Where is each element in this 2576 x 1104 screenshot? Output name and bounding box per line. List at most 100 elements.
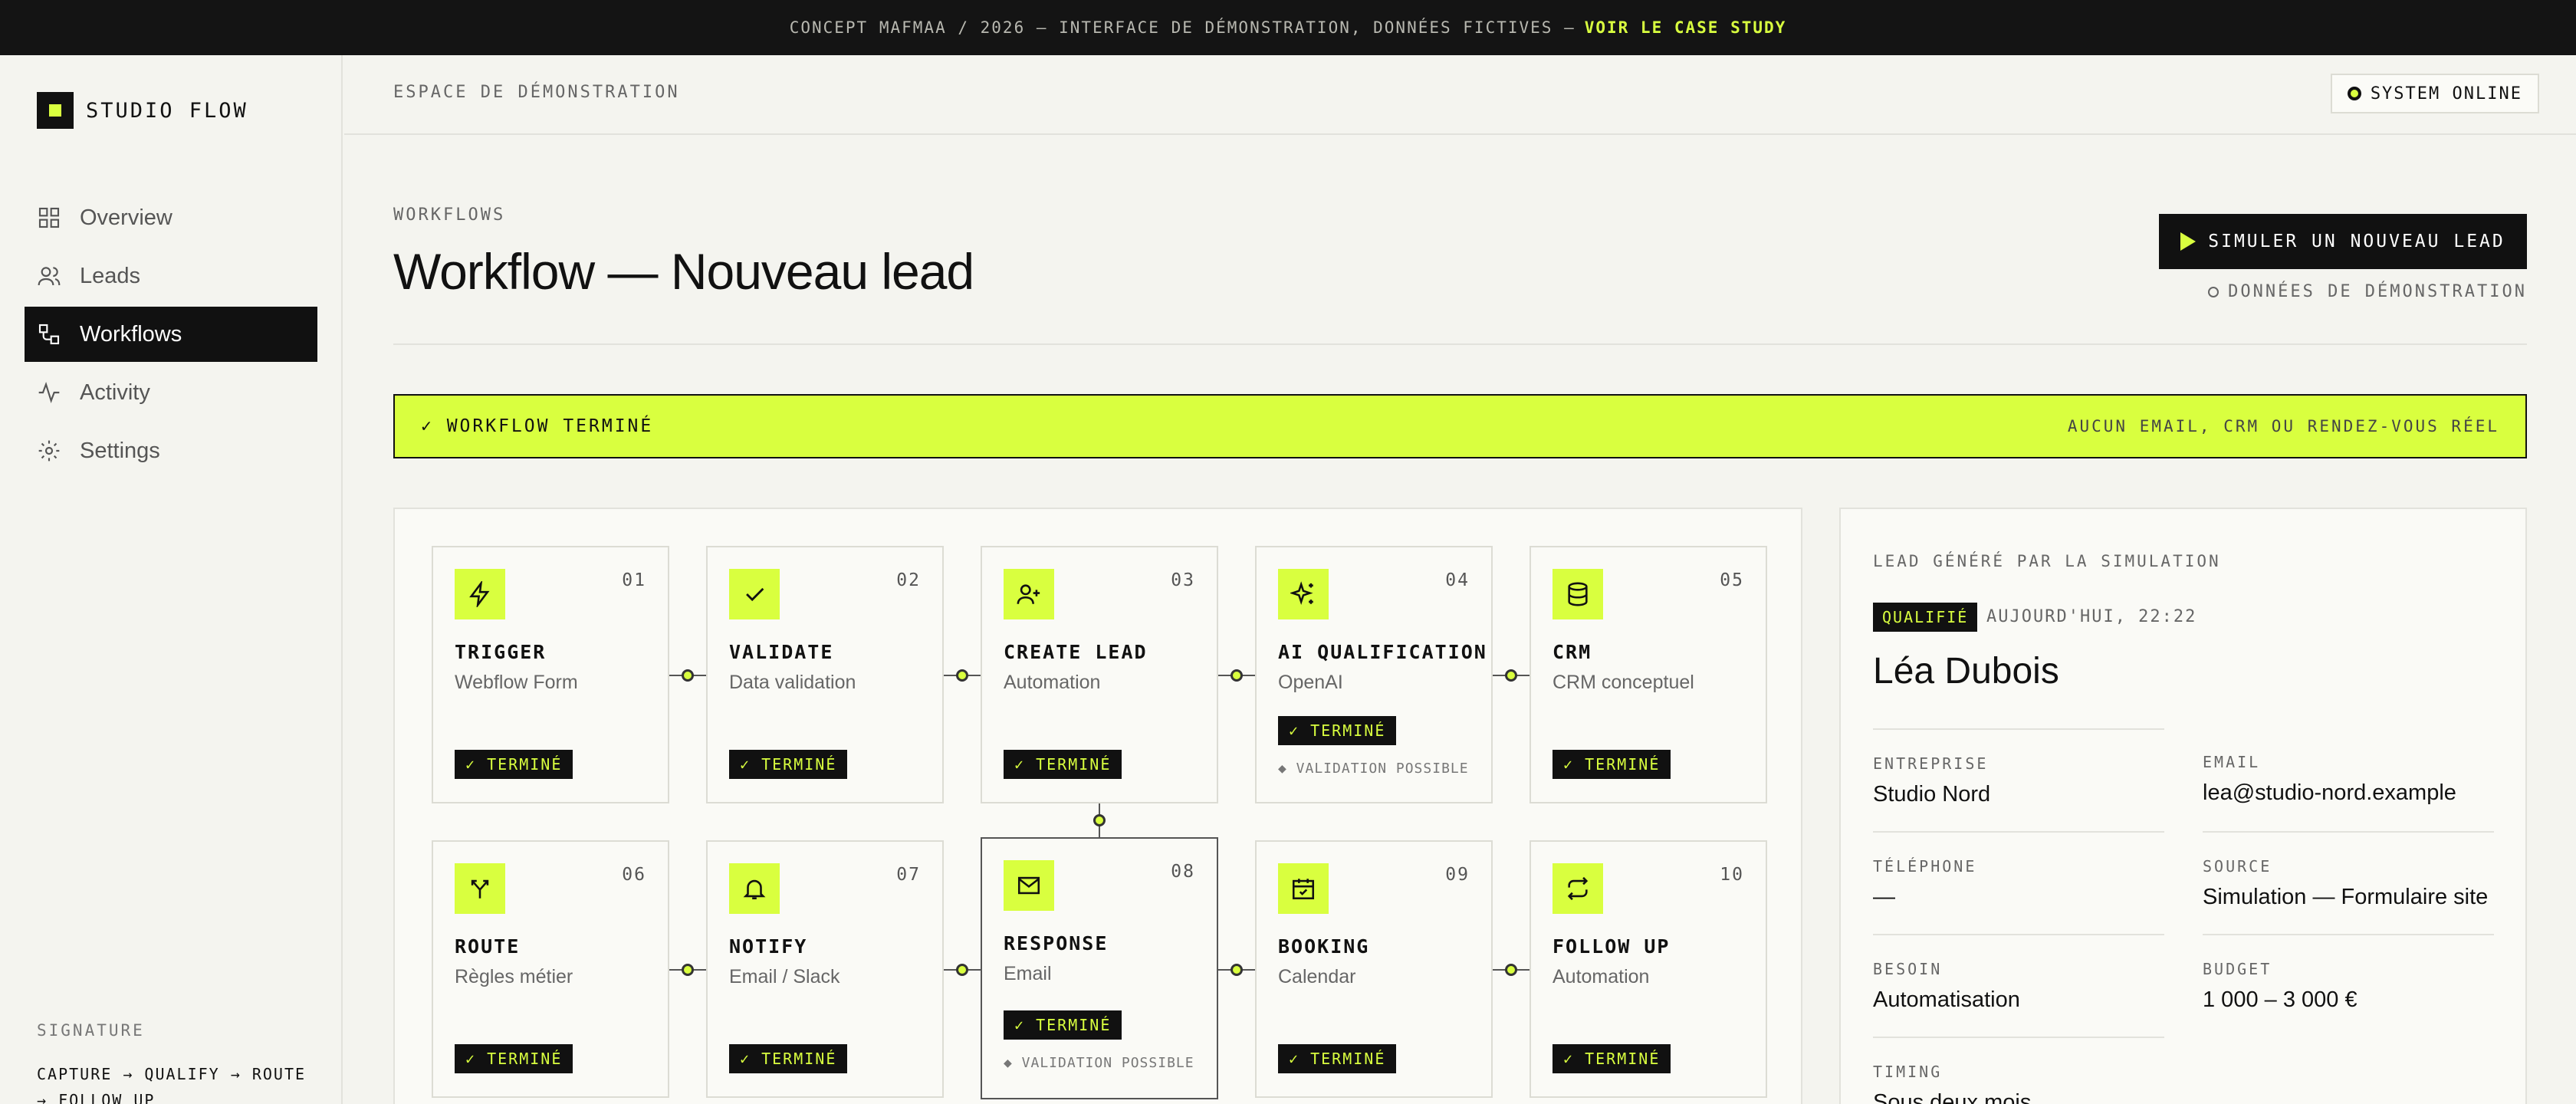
connector-dot — [1230, 964, 1243, 976]
connector-dot — [956, 964, 968, 976]
lead-timestamp: AUJOURD'HUI, 22:22 — [1986, 607, 2197, 626]
node-title: AI QUALIFICATION — [1278, 641, 1487, 663]
status-badge: ✓ TERMINÉ — [455, 750, 573, 779]
workflow-node-ai-qualification[interactable]: 04 AI QUALIFICATION OpenAI ✓ TERMINÉ ◆ V… — [1255, 546, 1493, 803]
sidebar-item-leads[interactable]: Leads — [25, 248, 317, 304]
lead-field-source: SOURCE Simulation — Formulaire site — [2203, 831, 2494, 910]
field-label: SOURCE — [2203, 857, 2272, 876]
workflow-node-route[interactable]: 06 ROUTE Règles métier ✓ TERMINÉ — [432, 840, 669, 1098]
lead-field-company: ENTREPRISE Studio Nord — [1873, 728, 2164, 807]
node-number: 01 — [622, 570, 646, 590]
connector-dot — [1230, 669, 1243, 682]
sidebar-item-label: Settings — [80, 438, 160, 463]
split-icon — [455, 863, 505, 914]
play-icon — [2180, 232, 2196, 251]
divider — [393, 343, 2527, 345]
field-value: Simulation — Formulaire site — [2203, 885, 2489, 909]
validation-note: ◆ VALIDATION POSSIBLE — [1004, 1055, 1194, 1071]
sidebar-item-settings[interactable]: Settings — [25, 423, 317, 478]
status-dot-icon — [2347, 87, 2361, 100]
field-value: Automatisation — [1873, 987, 2020, 1012]
bell-icon — [729, 863, 780, 914]
field-label: BESOIN — [1873, 960, 1943, 978]
gear-icon — [38, 440, 60, 462]
node-subtitle: Calendar — [1278, 966, 1356, 987]
simulate-lead-label: SIMULER UN NOUVEAU LEAD — [2208, 232, 2505, 251]
status-badge: ✓ TERMINÉ — [1278, 1044, 1397, 1073]
node-title: BOOKING — [1278, 935, 1370, 958]
node-title: NOTIFY — [729, 935, 808, 958]
node-subtitle: Automation — [1004, 672, 1101, 693]
sidebar-item-label: Activity — [80, 380, 150, 405]
signature-label: SIGNATURE — [37, 1021, 145, 1040]
node-title: CRM — [1552, 641, 1592, 663]
workflow-node-notify[interactable]: 07 NOTIFY Email / Slack ✓ TERMINÉ — [706, 840, 944, 1098]
calendar-check-icon — [1278, 863, 1329, 914]
lead-field-need: BESOIN Automatisation — [1873, 934, 2164, 1013]
workflow-node-response[interactable]: 08 RESPONSE Email ✓ TERMINÉ ◆ VALIDATION… — [981, 837, 1218, 1099]
field-value[interactable]: lea@studio-nord.example — [2203, 780, 2494, 806]
field-value: Sous deux mois — [1873, 1090, 2032, 1104]
demo-data-text: DONNÉES DE DÉMONSTRATION — [2228, 282, 2527, 301]
node-title: ROUTE — [455, 935, 521, 958]
node-subtitle: Email / Slack — [729, 966, 840, 987]
status-badge: ✓ TERMINÉ — [1552, 1044, 1671, 1073]
node-subtitle: Règles métier — [455, 966, 573, 987]
check-icon — [729, 569, 780, 619]
node-subtitle: Email — [1004, 963, 1052, 984]
connector-dot — [682, 964, 694, 976]
bolt-icon — [455, 569, 505, 619]
workflow-node-create-lead[interactable]: 03 CREATE LEAD Automation ✓ TERMINÉ — [981, 546, 1218, 803]
connector-dot — [1505, 669, 1517, 682]
workflow-node-validate[interactable]: 02 VALIDATE Data validation ✓ TERMINÉ — [706, 546, 944, 803]
status-badge: ✓ TERMINÉ — [1004, 1010, 1122, 1040]
repeat-icon — [1552, 863, 1603, 914]
system-status-text: SYSTEM ONLINE — [2370, 84, 2522, 104]
page-eyebrow: WORKFLOWS — [393, 205, 506, 225]
workflow-node-trigger[interactable]: 01 TRIGGER Webflow Form ✓ TERMINÉ — [432, 546, 669, 803]
brand-name: STUDIO FLOW — [86, 98, 248, 123]
lead-detail-panel: LEAD GÉNÉRÉ PAR LA SIMULATION QUALIFIÉ A… — [1839, 508, 2527, 1104]
node-number: 03 — [1171, 570, 1195, 590]
node-number: 10 — [1720, 865, 1744, 885]
sidebar-nav: Overview Leads Workflows Activity Settin… — [25, 190, 317, 481]
top-bar: ESPACE DE DÉMONSTRATION SYSTEM ONLINE — [344, 55, 2576, 135]
sidebar-item-label: Workflows — [80, 321, 182, 347]
status-badge: ✓ TERMINÉ — [1552, 750, 1671, 779]
lead-panel-label: LEAD GÉNÉRÉ PAR LA SIMULATION — [1873, 552, 2221, 570]
page-title: Workflow — Nouveau lead — [393, 243, 974, 300]
lead-name: Léa Dubois — [1873, 651, 2059, 692]
sparkles-icon — [1278, 569, 1329, 619]
case-study-link[interactable]: VOIR LE CASE STUDY — [1585, 18, 1787, 37]
lead-field-phone: TÉLÉPHONE — — [1873, 831, 2164, 910]
node-title: RESPONSE — [1004, 932, 1109, 955]
node-number: 08 — [1171, 862, 1195, 882]
workflow-complete-banner: ✓ WORKFLOW TERMINÉ AUCUN EMAIL, CRM OU R… — [393, 394, 2527, 458]
node-subtitle: CRM conceptuel — [1552, 672, 1694, 693]
sidebar-item-activity[interactable]: Activity — [25, 365, 317, 420]
workflow-node-crm[interactable]: 05 CRM CRM conceptuel ✓ TERMINÉ — [1530, 546, 1767, 803]
status-badge: ✓ TERMINÉ — [455, 1044, 573, 1073]
lead-field-email: EMAIL lea@studio-nord.example — [2203, 728, 2494, 806]
sidebar-item-label: Overview — [80, 205, 172, 230]
brand[interactable]: STUDIO FLOW — [37, 92, 248, 129]
workflow-canvas: 01 TRIGGER Webflow Form ✓ TERMINÉ 02 VAL… — [393, 508, 1802, 1104]
node-subtitle: Data validation — [729, 672, 856, 693]
field-value: 1 000 – 3 000 € — [2203, 987, 2358, 1012]
field-label: BUDGET — [2203, 960, 2272, 978]
simulate-lead-button[interactable]: SIMULER UN NOUVEAU LEAD — [2159, 214, 2527, 269]
database-icon — [1552, 569, 1603, 619]
workflow-node-booking[interactable]: 09 BOOKING Calendar ✓ TERMINÉ — [1255, 840, 1493, 1098]
node-number: 04 — [1445, 570, 1470, 590]
sidebar-item-overview[interactable]: Overview — [25, 190, 317, 245]
field-label: ENTREPRISE — [1873, 754, 1989, 773]
node-subtitle: Automation — [1552, 966, 1650, 987]
signature-block: SIGNATURE CAPTURE → QUALIFY → ROUTE → FO… — [37, 1021, 313, 1104]
field-label: EMAIL — [2203, 753, 2261, 771]
status-badge: ✓ TERMINÉ — [729, 750, 848, 779]
workflow-node-follow-up[interactable]: 10 FOLLOW UP Automation ✓ TERMINÉ — [1530, 840, 1767, 1098]
sidebar-item-workflows[interactable]: Workflows — [25, 307, 317, 362]
connector-dot — [682, 669, 694, 682]
status-badge: ✓ TERMINÉ — [729, 1044, 848, 1073]
sidebar-item-label: Leads — [80, 263, 141, 288]
